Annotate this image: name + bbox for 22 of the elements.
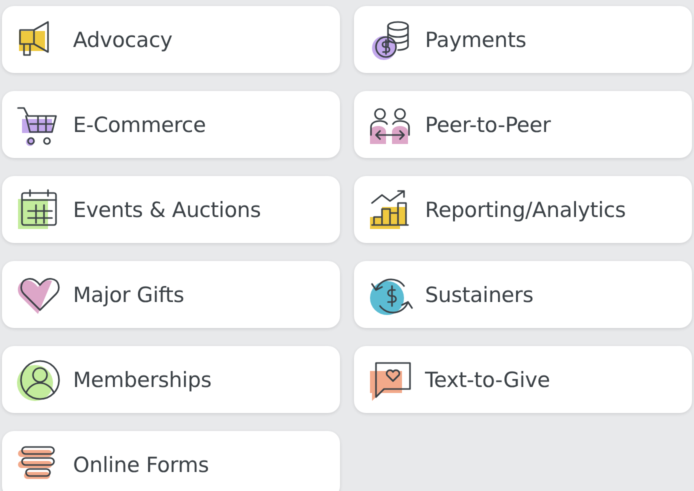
tile-label: E-Commerce xyxy=(73,112,206,136)
feature-tile[interactable]: Major Gifts xyxy=(2,261,340,328)
tile-label: Major Gifts xyxy=(73,282,184,306)
feature-tile[interactable]: Peer-to-Peer xyxy=(354,91,692,158)
tile-label: Events & Auctions xyxy=(73,198,261,222)
feature-tile[interactable]: Advocacy xyxy=(2,6,340,73)
tile-label: Sustainers xyxy=(425,282,534,306)
tile-label: Memberships xyxy=(73,368,212,392)
feature-tile[interactable]: Sustainers xyxy=(354,261,692,328)
feature-tile[interactable]: Reporting/Analytics xyxy=(354,176,692,243)
feature-tile[interactable]: Payments xyxy=(354,6,692,73)
feature-tile[interactable]: Memberships xyxy=(2,346,340,413)
feature-tile[interactable]: E-Commerce xyxy=(2,91,340,158)
tile-label: Peer-to-Peer xyxy=(425,112,551,136)
tile-label: Online Forms xyxy=(73,452,209,476)
tile-label: Advocacy xyxy=(73,28,172,52)
tile-label: Payments xyxy=(425,28,526,52)
feature-tile[interactable]: Online Forms xyxy=(2,431,340,491)
feature-tile[interactable]: Events & Auctions xyxy=(2,176,340,243)
tile-label: Text-to-Give xyxy=(425,368,550,392)
feature-tile[interactable]: Text-to-Give xyxy=(354,346,692,413)
tile-label: Reporting/Analytics xyxy=(425,198,626,222)
